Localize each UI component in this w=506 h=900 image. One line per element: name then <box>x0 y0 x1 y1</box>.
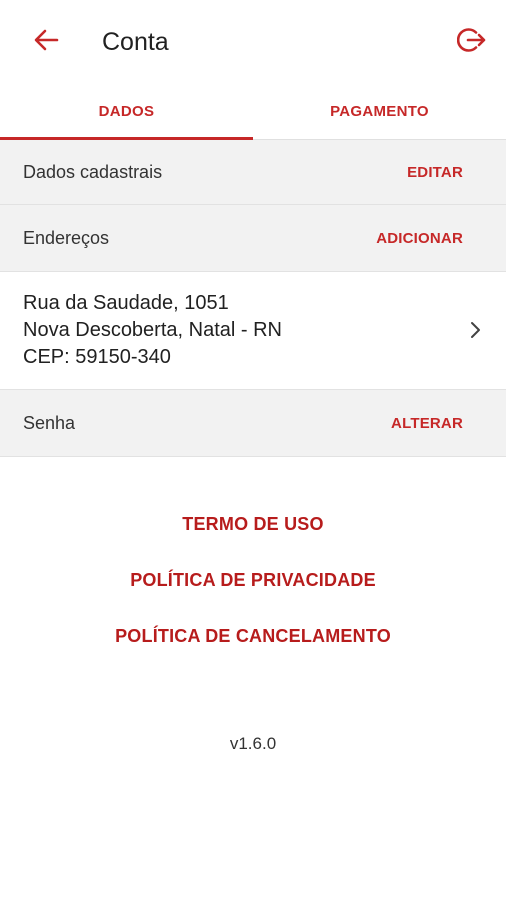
address-neighborhood: Nova Descoberta, Natal - RN <box>23 319 282 341</box>
policy-links: TERMO DE USO POLÍTICA DE PRIVACIDADE POL… <box>0 505 506 673</box>
app-version: v1.6.0 <box>229 734 277 753</box>
section-enderecos: Endereços ADICIONAR <box>0 205 506 272</box>
section-label-enderecos: Endereços <box>23 227 110 248</box>
tab-bar: DADOS PAGAMENTO <box>0 84 506 140</box>
back-button[interactable] <box>26 24 66 60</box>
section-label-dados-cadastrais: Dados cadastrais <box>23 161 163 182</box>
cancellation-policy-link[interactable]: POLÍTICA DE CANCELAMENTO <box>0 617 506 673</box>
chevron-right-icon <box>466 319 486 341</box>
tab-pagamento[interactable]: PAGAMENTO <box>253 84 506 139</box>
page-title: Conta <box>102 28 169 56</box>
section-senha: Senha ALTERAR <box>0 390 506 457</box>
section-dados-cadastrais: Dados cadastrais EDITAR <box>0 140 506 205</box>
terms-link[interactable]: TERMO DE USO <box>0 505 506 561</box>
logout-button[interactable] <box>452 22 492 62</box>
logout-icon <box>456 25 487 60</box>
section-label-senha: Senha <box>23 412 76 433</box>
edit-button[interactable]: EDITAR <box>407 164 463 181</box>
privacy-policy-link[interactable]: POLÍTICA DE PRIVACIDADE <box>0 561 506 617</box>
tab-dados[interactable]: DADOS <box>0 84 253 140</box>
add-address-button[interactable]: ADICIONAR <box>376 230 463 247</box>
app-bar: Conta <box>0 0 506 84</box>
change-password-button[interactable]: ALTERAR <box>391 415 463 432</box>
address-street: Rua da Saudade, 1051 <box>23 292 229 314</box>
address-zip: CEP: 59150-340 <box>23 346 171 368</box>
address-text: Rua da Saudade, 1051 Nova Descoberta, Na… <box>23 290 282 371</box>
address-item[interactable]: Rua da Saudade, 1051 Nova Descoberta, Na… <box>0 272 506 390</box>
arrow-left-icon <box>33 29 59 56</box>
